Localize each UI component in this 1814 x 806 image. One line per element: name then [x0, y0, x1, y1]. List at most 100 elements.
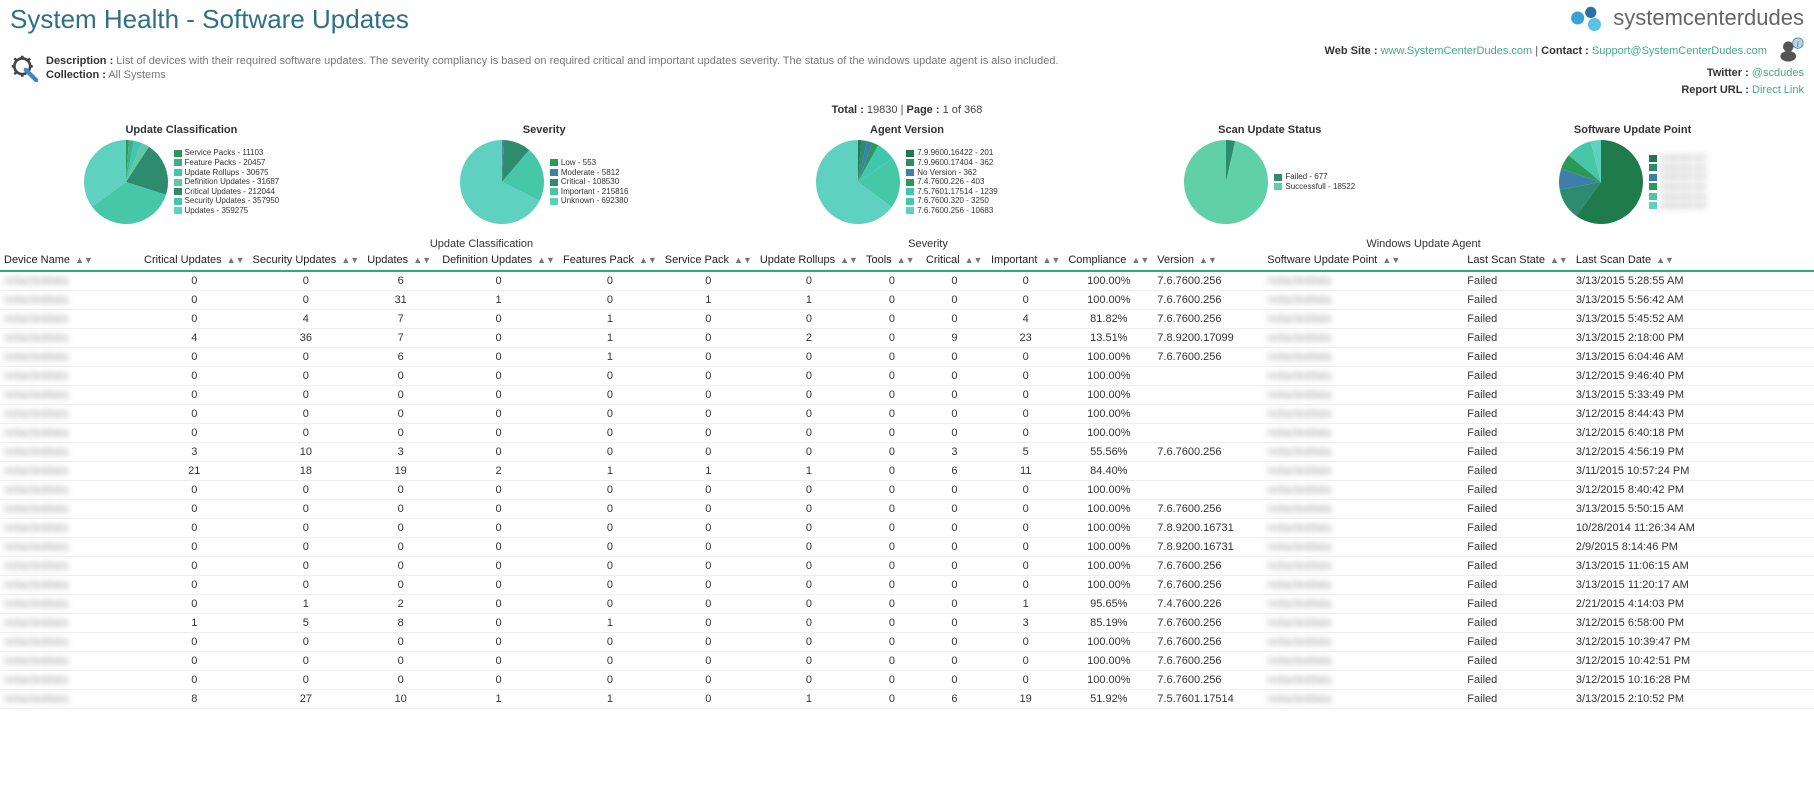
chart-title: Agent Version: [870, 124, 944, 136]
chart-severity: Severity Low - 553Moderate - 5812Critica…: [363, 124, 726, 224]
cell-ls: Failed: [1463, 424, 1572, 443]
column-header[interactable]: Security Updates ▲▼: [249, 250, 364, 271]
column-header[interactable]: Features Pack ▲▼: [559, 250, 661, 271]
cell-sp: 0: [661, 424, 756, 443]
cell-im: 0: [987, 557, 1064, 576]
table-row[interactable]: redacteddata0000000000100.00%redacteddat…: [0, 405, 1814, 424]
chart-update-classification: Update Classification Service Packs - 11…: [0, 124, 363, 224]
cell-du: 0: [438, 519, 559, 538]
table-row[interactable]: redacteddata0060100000100.00%7.6.7600.25…: [0, 348, 1814, 367]
website-link[interactable]: www.SystemCenterDudes.com: [1381, 45, 1533, 57]
cell-ur: 0: [756, 538, 862, 557]
cell-cp: 51.92%: [1064, 690, 1153, 709]
chart-legend: redacted textredacted textredacted textr…: [1649, 153, 1706, 211]
column-header[interactable]: Service Pack ▲▼: [661, 250, 756, 271]
table-row[interactable]: redacteddata0000000000100.00%redacteddat…: [0, 424, 1814, 443]
table-row[interactable]: redacteddata00311011000100.00%7.6.7600.2…: [0, 291, 1814, 310]
column-header[interactable]: Device Name ▲▼: [0, 250, 140, 271]
column-header[interactable]: Critical ▲▼: [922, 250, 987, 271]
table-row[interactable]: redacteddata0000000000100.00%7.8.9200.16…: [0, 538, 1814, 557]
table-row[interactable]: redacteddata158010000385.19%7.6.7600.256…: [0, 614, 1814, 633]
table-row[interactable]: redacteddata0000000000100.00%7.6.7600.25…: [0, 652, 1814, 671]
cell-ls: Failed: [1463, 500, 1572, 519]
column-header[interactable]: Updates ▲▼: [363, 250, 438, 271]
table-row[interactable]: redacteddata0060000000100.00%7.6.7600.25…: [0, 271, 1814, 291]
table-row[interactable]: redacteddata0000000000100.00%7.6.7600.25…: [0, 576, 1814, 595]
column-header[interactable]: Version ▲▼: [1153, 250, 1263, 271]
cell-cu: 4: [140, 329, 249, 348]
cell-v: 7.8.9200.16731: [1153, 538, 1263, 557]
column-header[interactable]: Update Rollups ▲▼: [756, 250, 862, 271]
cell-t: 0: [862, 652, 922, 671]
cell-im: 3: [987, 614, 1064, 633]
cell-d: redacteddata: [0, 367, 140, 386]
table-row[interactable]: redacteddata2118192111061184.40%redacted…: [0, 462, 1814, 481]
table-row[interactable]: redacteddata0000000000100.00%7.6.7600.25…: [0, 671, 1814, 690]
cell-fp: 0: [559, 519, 661, 538]
cell-su: 0: [249, 405, 364, 424]
contact-label: Contact :: [1541, 45, 1589, 57]
cell-fp: 1: [559, 690, 661, 709]
table-row[interactable]: redacteddata43670102092313.51%7.8.9200.1…: [0, 329, 1814, 348]
cell-sp: 0: [661, 500, 756, 519]
cell-t: 0: [862, 386, 922, 405]
report-url-link[interactable]: Direct Link: [1752, 84, 1804, 96]
table-row[interactable]: redacteddata0000000000100.00%7.6.7600.25…: [0, 557, 1814, 576]
cell-v: [1153, 424, 1263, 443]
cell-fp: 0: [559, 500, 661, 519]
cell-ur: 1: [756, 462, 862, 481]
twitter-link[interactable]: @scdudes: [1752, 67, 1804, 79]
cell-ls: Failed: [1463, 614, 1572, 633]
cell-u: 6: [363, 271, 438, 291]
table-row[interactable]: redacteddata047010000481.82%7.6.7600.256…: [0, 310, 1814, 329]
column-header[interactable]: Last Scan State ▲▼: [1463, 250, 1572, 271]
contact-link[interactable]: Support@SystemCenterDudes.com: [1592, 45, 1767, 57]
column-header[interactable]: Important ▲▼: [987, 250, 1064, 271]
cell-cr: 0: [922, 405, 987, 424]
cell-du: 0: [438, 424, 559, 443]
cell-ur: 0: [756, 595, 862, 614]
column-header[interactable]: Critical Updates ▲▼: [140, 250, 249, 271]
cell-su: 0: [249, 481, 364, 500]
table-row[interactable]: redacteddata827101101061951.92%7.5.7601.…: [0, 690, 1814, 709]
cell-sup: redacteddata: [1263, 386, 1463, 405]
table-row[interactable]: redacteddata0000000000100.00%redacteddat…: [0, 481, 1814, 500]
cell-ur: 0: [756, 443, 862, 462]
cell-d: redacteddata: [0, 481, 140, 500]
column-header[interactable]: Definition Updates ▲▼: [438, 250, 559, 271]
cell-v: 7.6.7600.256: [1153, 348, 1263, 367]
cell-ls: Failed: [1463, 386, 1572, 405]
table-row[interactable]: redacteddata0000000000100.00%7.8.9200.16…: [0, 519, 1814, 538]
cell-sup: redacteddata: [1263, 443, 1463, 462]
chart-agent-version: Agent Version 7.9.9600.16422 - 2017.9.96…: [726, 124, 1089, 224]
legend-item: Service Packs - 11103: [174, 148, 280, 158]
cell-d: redacteddata: [0, 671, 140, 690]
table-row[interactable]: redacteddata3103000003555.56%7.6.7600.25…: [0, 443, 1814, 462]
cell-cp: 100.00%: [1064, 386, 1153, 405]
cell-cp: 100.00%: [1064, 271, 1153, 291]
devices-table: Device Name ▲▼Critical Updates ▲▼Securit…: [0, 250, 1814, 709]
column-header[interactable]: Software Update Point ▲▼: [1263, 250, 1463, 271]
cell-ls: Failed: [1463, 690, 1572, 709]
cell-cr: 9: [922, 329, 987, 348]
cell-du: 0: [438, 386, 559, 405]
sort-icon: ▲▼: [1656, 255, 1674, 265]
column-header[interactable]: Compliance ▲▼: [1064, 250, 1153, 271]
cell-ur: 1: [756, 291, 862, 310]
table-row[interactable]: redacteddata0000000000100.00%7.6.7600.25…: [0, 633, 1814, 652]
table-row[interactable]: redacteddata012000000195.65%7.4.7600.226…: [0, 595, 1814, 614]
cell-v: 7.6.7600.256: [1153, 614, 1263, 633]
cell-d: redacteddata: [0, 576, 140, 595]
cell-cr: 0: [922, 424, 987, 443]
cell-cr: 0: [922, 614, 987, 633]
table-row[interactable]: redacteddata0000000000100.00%redacteddat…: [0, 367, 1814, 386]
cell-u: 0: [363, 481, 438, 500]
cell-im: 0: [987, 652, 1064, 671]
column-header[interactable]: Tools ▲▼: [862, 250, 922, 271]
table-row[interactable]: redacteddata0000000000100.00%redacteddat…: [0, 386, 1814, 405]
table-row[interactable]: redacteddata0000000000100.00%7.6.7600.25…: [0, 500, 1814, 519]
column-header[interactable]: Last Scan Date ▲▼: [1572, 250, 1814, 271]
cell-sup: redacteddata: [1263, 405, 1463, 424]
cell-v: 7.6.7600.256: [1153, 671, 1263, 690]
cell-cp: 100.00%: [1064, 424, 1153, 443]
